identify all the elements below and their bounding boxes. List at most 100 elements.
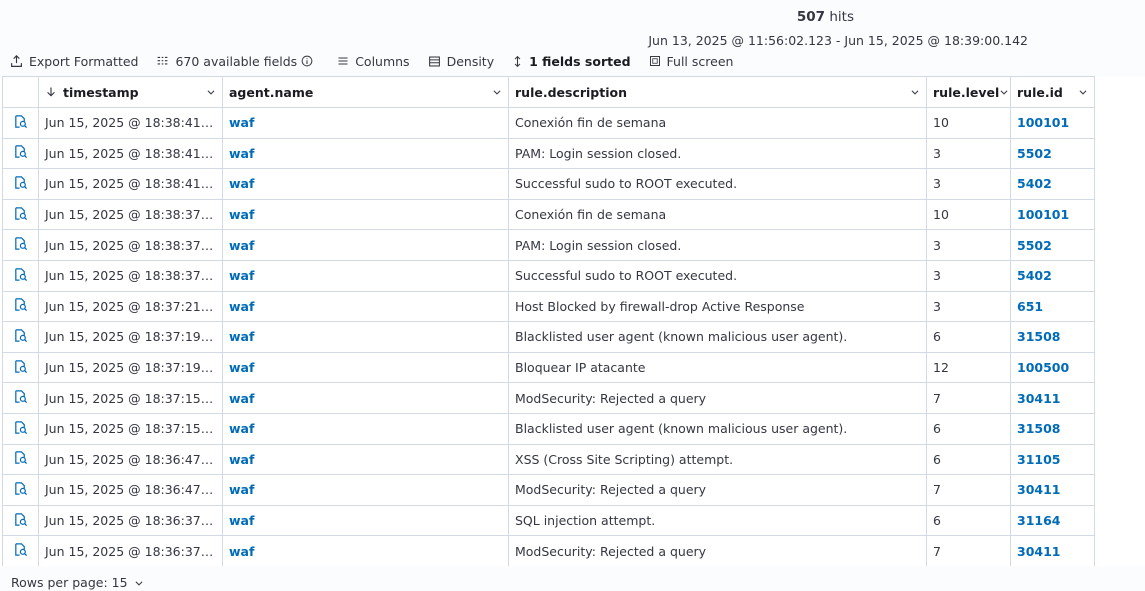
cell-rule-level: 3 <box>926 168 1011 200</box>
cell-agent-name-link[interactable]: waf <box>222 443 509 476</box>
cell-agent-name-link[interactable]: waf <box>222 412 509 445</box>
chevron-down-icon[interactable] <box>910 87 920 97</box>
export-formatted-button[interactable]: Export Formatted <box>10 54 138 69</box>
cell-rule-id-link[interactable]: 5502 <box>1010 137 1095 170</box>
inspect-row-button[interactable] <box>2 290 39 323</box>
inspect-row-button[interactable] <box>2 382 39 414</box>
cell-agent-name-link[interactable]: waf <box>222 259 509 292</box>
hits-label: hits <box>829 9 854 25</box>
column-header-timestamp[interactable]: timestamp <box>38 76 223 108</box>
cell-rule-description: Blacklisted user agent (known malicious … <box>508 321 927 353</box>
cell-timestamp: Jun 15, 2025 @ 18:36:37.7… <box>38 535 223 567</box>
inspect-row-button[interactable] <box>2 198 39 231</box>
info-icon[interactable] <box>301 55 313 67</box>
chevron-down-icon[interactable] <box>1078 87 1088 97</box>
sort-fields-button[interactable]: 1 fields sorted <box>512 54 631 69</box>
control-column-header <box>2 76 39 108</box>
columns-button[interactable]: Columns <box>337 54 410 69</box>
inspect-document-icon <box>13 329 28 346</box>
cell-agent-name-link[interactable]: waf <box>222 290 509 323</box>
list-icon <box>338 57 348 65</box>
cell-rule-description: SQL injection attempt. <box>508 504 927 537</box>
cell-timestamp: Jun 15, 2025 @ 18:38:37.8… <box>38 259 223 292</box>
cell-agent-name-link[interactable]: waf <box>222 229 509 261</box>
sort-icon <box>514 55 521 67</box>
grid-header-row: timestamp agent.name rule.description ru… <box>2 76 1095 108</box>
table-row: Jun 15, 2025 @ 18:37:21.8… waf Host Blocke… <box>2 290 1095 323</box>
cell-rule-id-link[interactable]: 31508 <box>1010 321 1095 353</box>
cell-rule-level: 3 <box>926 259 1011 292</box>
cell-rule-level: 6 <box>926 321 1011 353</box>
density-button[interactable]: Density <box>428 54 494 69</box>
cell-rule-id-link[interactable]: 31164 <box>1010 504 1095 537</box>
events-data-grid: timestamp agent.name rule.description ru… <box>2 76 1095 567</box>
chevron-down-icon[interactable] <box>206 87 216 97</box>
full-screen-button[interactable]: Full screen <box>649 54 733 69</box>
cell-rule-description: Conexión fin de semana <box>508 107 927 139</box>
cell-rule-level: 6 <box>926 504 1011 537</box>
cell-agent-name-link[interactable]: waf <box>222 474 509 506</box>
cell-rule-id-link[interactable]: 30411 <box>1010 535 1095 567</box>
cell-rule-id-link[interactable]: 5402 <box>1010 259 1095 292</box>
inspect-row-button[interactable] <box>2 474 39 506</box>
cell-timestamp: Jun 15, 2025 @ 18:36:37.8… <box>38 504 223 537</box>
inspect-row-button[interactable] <box>2 107 39 139</box>
inspect-row-button[interactable] <box>2 259 39 292</box>
column-header-agent-name[interactable]: agent.name <box>222 76 509 108</box>
cell-rule-id-link[interactable]: 30411 <box>1010 382 1095 414</box>
cell-agent-name-link[interactable]: waf <box>222 107 509 139</box>
cell-agent-name-link[interactable]: waf <box>222 504 509 537</box>
inspect-row-button[interactable] <box>2 443 39 476</box>
fields-icon <box>158 56 168 65</box>
cell-agent-name-link[interactable]: waf <box>222 351 509 384</box>
chevron-down-icon[interactable] <box>492 87 502 97</box>
cell-timestamp: Jun 15, 2025 @ 18:37:19.8… <box>38 351 223 384</box>
inspect-row-button[interactable] <box>2 168 39 200</box>
inspect-row-button[interactable] <box>2 321 39 353</box>
cell-rule-level: 3 <box>926 137 1011 170</box>
chevron-down-icon[interactable] <box>999 87 1009 97</box>
cell-timestamp: Jun 15, 2025 @ 18:36:47.8… <box>38 443 223 476</box>
hits-count: 507 <box>796 9 826 25</box>
inspect-document-icon <box>13 482 28 499</box>
inspect-row-button[interactable] <box>2 137 39 170</box>
cell-rule-id-link[interactable]: 100500 <box>1010 351 1095 384</box>
cell-rule-id-link[interactable]: 100101 <box>1010 107 1095 139</box>
cell-timestamp: Jun 15, 2025 @ 18:37:19.8… <box>38 321 223 353</box>
cell-rule-level: 3 <box>926 290 1011 323</box>
cell-rule-id-link[interactable]: 31105 <box>1010 443 1095 476</box>
column-header-rule-level[interactable]: rule.level <box>926 76 1011 108</box>
inspect-document-icon <box>13 512 28 530</box>
results-header: 507 hits Jun 13, 2025 @ 11:56:02.123 - J… <box>0 0 1145 77</box>
column-header-rule-id[interactable]: rule.id <box>1010 76 1095 108</box>
cell-agent-name-link[interactable]: waf <box>222 535 509 567</box>
table-row: Jun 15, 2025 @ 18:37:15.8… waf ModSecurity… <box>2 382 1095 414</box>
inspect-row-button[interactable] <box>2 229 39 261</box>
inspect-document-icon <box>13 421 28 438</box>
cell-rule-level: 7 <box>926 382 1011 414</box>
cell-agent-name-link[interactable]: waf <box>222 198 509 231</box>
inspect-row-button[interactable] <box>2 412 39 445</box>
cell-agent-name-link[interactable]: waf <box>222 321 509 353</box>
cell-rule-id-link[interactable]: 5402 <box>1010 168 1095 200</box>
inspect-document-icon <box>13 115 28 132</box>
inspect-row-button[interactable] <box>2 504 39 537</box>
column-header-rule-description[interactable]: rule.description <box>508 76 927 108</box>
available-fields-button[interactable]: 670 available fields <box>156 54 319 69</box>
inspect-row-button[interactable] <box>2 535 39 567</box>
cell-agent-name-link[interactable]: waf <box>222 382 509 414</box>
table-row: Jun 15, 2025 @ 18:36:47.8… waf XSS (Cross … <box>2 443 1095 476</box>
inspect-row-button[interactable] <box>2 351 39 384</box>
time-range: Jun 13, 2025 @ 11:56:02.123 - Jun 15, 20… <box>648 33 1028 48</box>
cell-rule-level: 10 <box>926 107 1011 139</box>
cell-rule-description: Conexión fin de semana <box>508 198 927 231</box>
cell-rule-id-link[interactable]: 100101 <box>1010 198 1095 231</box>
cell-rule-id-link[interactable]: 30411 <box>1010 474 1095 506</box>
cell-rule-id-link[interactable]: 651 <box>1010 290 1095 323</box>
cell-agent-name-link[interactable]: waf <box>222 168 509 200</box>
table-row: Jun 15, 2025 @ 18:38:41.9… waf Conexión fi… <box>2 107 1095 139</box>
cell-rule-id-link[interactable]: 31508 <box>1010 412 1095 445</box>
cell-agent-name-link[interactable]: waf <box>222 137 509 170</box>
rows-per-page-selector[interactable]: Rows per page: 15 <box>11 575 144 590</box>
cell-rule-id-link[interactable]: 5502 <box>1010 229 1095 261</box>
